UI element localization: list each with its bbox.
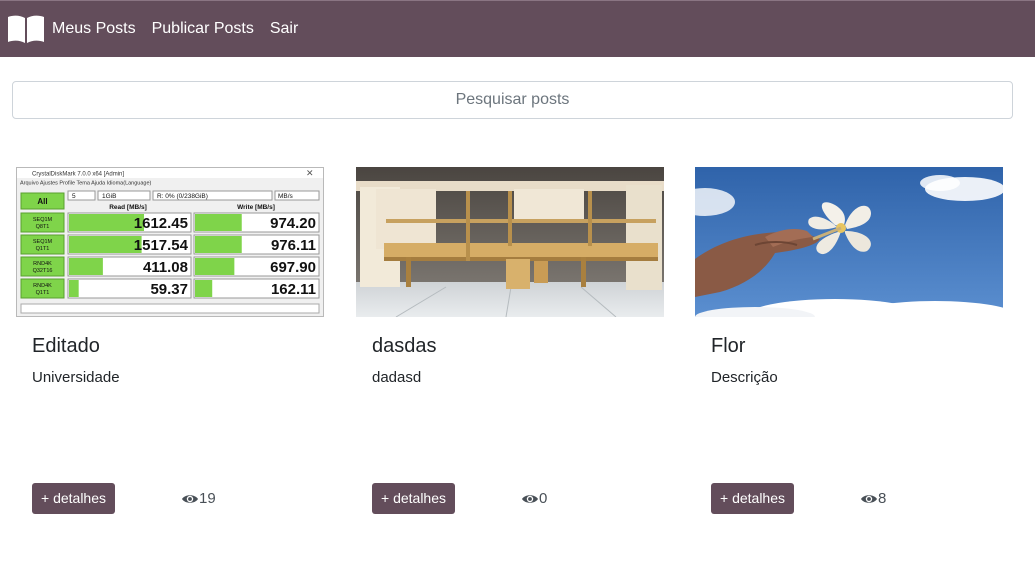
benchmark-row-label: SEQ1M [33, 239, 53, 245]
benchmark-write-bar [195, 236, 242, 253]
post-description: Descrição [711, 369, 778, 386]
post-title: Flor [711, 335, 746, 357]
view-count-value: 19 [199, 490, 216, 507]
benchmark-unit: MB/s [278, 193, 294, 200]
view-count: 19 [181, 490, 216, 507]
benchmark-write-bar [195, 214, 242, 231]
benchmark-menu: Arquivo Ajustes Profile Tema Ajuda Idiom… [20, 181, 152, 187]
benchmark-row-sublabel: Q32T16 [33, 268, 53, 274]
benchmark-drive: R: 0% (0/238GiB) [157, 193, 208, 200]
benchmark-row-label: RND4K [33, 283, 52, 289]
details-button[interactable]: + detalhes [372, 483, 455, 514]
benchmark-all-label: All [37, 197, 47, 206]
benchmark-row-sublabel: Q1T1 [36, 290, 50, 296]
details-button[interactable]: + detalhes [32, 483, 115, 514]
benchmark-write-bar [195, 258, 235, 275]
benchmark-read-header: Read [MB/s] [109, 204, 147, 211]
benchmark-row-label: SEQ1M [33, 217, 53, 223]
benchmark-count: 5 [72, 193, 76, 200]
post-image[interactable] [356, 167, 664, 317]
benchmark-read-value: 1517.54 [134, 237, 189, 254]
benchmark-read-value: 1612.45 [134, 215, 188, 232]
benchmark-read-value: 59.37 [150, 281, 188, 298]
eye-icon [861, 494, 877, 503]
view-count: 0 [521, 490, 547, 507]
benchmark-read-bar [69, 236, 142, 253]
benchmark-write-value: 974.20 [270, 215, 316, 232]
view-count-value: 0 [539, 490, 548, 507]
navbar: Meus Posts Publicar Posts Sair [0, 0, 1035, 57]
post-card: Flor Descrição + detalhes 8 [695, 167, 1003, 514]
benchmark-write-bar [195, 280, 213, 297]
view-count-value: 8 [878, 490, 887, 507]
eye-icon [182, 494, 198, 503]
benchmark-close-icon: ✕ [306, 168, 314, 178]
post-card: CrystalDiskMark 7.0.0 x64 [Admin] ✕ Arqu… [16, 167, 324, 514]
benchmark-row-sublabel: Q8T1 [36, 224, 50, 230]
post-image[interactable]: CrystalDiskMark 7.0.0 x64 [Admin] ✕ Arqu… [16, 167, 324, 317]
benchmark-size: 1GiB [102, 193, 116, 200]
post-description: dadasd [372, 369, 422, 386]
details-button[interactable]: + detalhes [711, 483, 794, 514]
benchmark-read-bar [69, 280, 79, 297]
benchmark-write-value: 162.11 [271, 281, 316, 298]
nav-link-publicar-posts[interactable]: Publicar Posts [152, 20, 254, 38]
benchmark-read-bar [69, 258, 103, 275]
benchmark-row-sublabel: Q1T1 [36, 246, 50, 252]
eye-icon [522, 494, 538, 503]
benchmark-read-bar [69, 214, 145, 231]
benchmark-write-value: 697.90 [270, 259, 316, 276]
search-input[interactable] [12, 81, 1013, 119]
view-count: 8 [860, 490, 886, 507]
post-title: Editado [32, 335, 100, 357]
benchmark-window-title: CrystalDiskMark 7.0.0 x64 [Admin] [32, 172, 124, 178]
benchmark-write-value: 976.11 [271, 237, 316, 254]
nav-link-meus-posts[interactable]: Meus Posts [52, 20, 136, 38]
benchmark-read-value: 411.08 [143, 259, 188, 276]
post-description: Universidade [32, 369, 120, 386]
nav-link-sair[interactable]: Sair [270, 20, 298, 38]
post-title: dasdas [372, 335, 437, 357]
benchmark-row-label: RND4K [33, 261, 52, 267]
benchmark-write-header: Write [MB/s] [237, 204, 275, 211]
open-book-icon[interactable] [7, 14, 45, 44]
post-image[interactable] [695, 167, 1003, 317]
post-card: dasdas dadasd + detalhes 0 [356, 167, 664, 514]
